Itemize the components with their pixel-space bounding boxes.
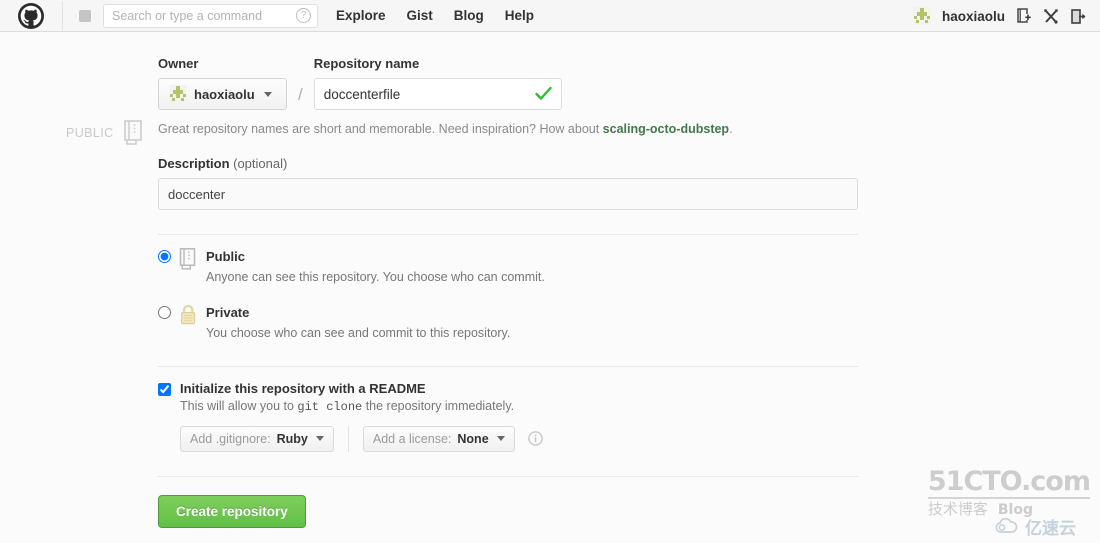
readme-checkbox-row[interactable]: Initialize this repository with a README…: [158, 381, 858, 414]
info-circle-icon[interactable]: [527, 431, 543, 447]
lock-icon: [179, 304, 198, 326]
visibility-options: Public Anyone can see this repository. Y…: [158, 248, 858, 342]
description-label: Description (optional): [158, 156, 858, 171]
nav-help[interactable]: Help: [505, 8, 534, 23]
create-new-repo-icon[interactable]: [1016, 7, 1032, 25]
hint-suffix: .: [729, 122, 733, 136]
public-title: Public: [206, 249, 246, 264]
description-input[interactable]: [158, 178, 858, 210]
initialize-readme-checkbox[interactable]: [158, 382, 171, 396]
owner-label: Owner: [158, 56, 199, 71]
owner-field: Owner haoxiaolu: [158, 56, 287, 110]
new-repo-page: PUBLIC Owner haoxiaolu / Repository name…: [0, 32, 1100, 528]
readme-dropdown-row: Add .gitignore: Ruby Add a license: None: [180, 425, 858, 452]
chevron-down-icon: [496, 436, 505, 442]
repo-name-hint: Great repository names are short and mem…: [158, 122, 858, 136]
github-octocat-icon[interactable]: [18, 2, 44, 29]
gitignore-prefix: Add .gitignore:: [190, 431, 271, 446]
repo-name-field: Repository name: [313, 56, 562, 110]
nav-blog[interactable]: Blog: [454, 8, 484, 23]
readme-desc-code: git clone: [297, 399, 363, 414]
search-container: ?: [103, 3, 318, 28]
visibility-option-public[interactable]: Public Anyone can see this repository. Y…: [158, 248, 858, 285]
sign-out-icon[interactable]: [1070, 8, 1086, 25]
owner-avatar-identicon: [169, 85, 187, 103]
license-value: None: [457, 431, 489, 446]
divider-after-description: [158, 234, 858, 235]
create-repository-button[interactable]: Create repository: [158, 494, 306, 528]
public-option-text: Public Anyone can see this repository. Y…: [206, 248, 545, 285]
hint-suggestion-link[interactable]: scaling-octo-dubstep: [603, 122, 729, 136]
readme-desc-before: This will allow you to: [180, 398, 298, 413]
nav-explore[interactable]: Explore: [336, 8, 386, 23]
gitignore-select-button[interactable]: Add .gitignore: Ruby: [180, 425, 334, 452]
question-circle-icon[interactable]: ?: [296, 7, 311, 23]
visibility-badge-label: PUBLIC: [66, 125, 114, 140]
private-radio[interactable]: [158, 306, 171, 320]
readme-title: Initialize this repository with a README: [180, 380, 426, 396]
dropdown-separator: [347, 425, 349, 452]
top-header: ? Explore Gist Blog Help haoxiaolu: [0, 0, 1100, 32]
hint-prefix: Great repository names are short and mem…: [158, 122, 603, 136]
private-description: You choose who can see and commit to thi…: [206, 325, 511, 340]
gitignore-value: Ruby: [276, 431, 308, 446]
nav-gist[interactable]: Gist: [407, 8, 433, 23]
private-title: Private: [206, 305, 250, 321]
public-description: Anyone can see this repository. You choo…: [206, 269, 545, 284]
repo-book-icon: [179, 248, 198, 270]
create-repo-form: Owner haoxiaolu / Repository name doccen…: [158, 56, 858, 528]
repo-name-input-wrap: [313, 78, 562, 110]
header-divider-1: [62, 0, 63, 31]
submit-section: Create repository: [158, 494, 858, 528]
user-avatar-identicon: [912, 7, 931, 25]
divider-before-submit: [158, 475, 858, 477]
divider-after-visibility: [158, 365, 858, 367]
public-radio[interactable]: [158, 250, 171, 263]
green-check-icon: [535, 85, 552, 102]
username-label[interactable]: haoxiaolu: [942, 9, 1005, 24]
license-prefix: Add a license:: [372, 431, 452, 446]
owner-and-name-row: Owner haoxiaolu / Repository name doccen…: [158, 56, 858, 110]
readme-text-block: Initialize this repository with a README…: [180, 381, 514, 414]
readme-desc-after: the repository immediately.: [362, 398, 515, 413]
owner-value: haoxiaolu: [194, 86, 255, 102]
readme-section: Initialize this repository with a README…: [158, 381, 858, 452]
description-label-text: Description: [158, 156, 230, 171]
search-input[interactable]: [103, 3, 318, 28]
description-optional-text: (optional): [229, 156, 288, 171]
header-right-actions: haoxiaolu: [912, 0, 1086, 32]
owner-select-button[interactable]: haoxiaolu: [158, 78, 287, 110]
repo-name-label: Repository name: [313, 56, 420, 71]
license-select-button[interactable]: Add a license: None: [362, 425, 515, 452]
chevron-down-icon: [315, 436, 324, 442]
owner-name-separator: /: [298, 85, 303, 104]
header-nav: Explore Gist Blog Help: [336, 8, 534, 23]
repo-book-icon: [123, 120, 144, 145]
dashboard-icon[interactable]: [79, 9, 91, 22]
repo-name-input[interactable]: [313, 78, 562, 110]
account-tools-icon[interactable]: [1043, 8, 1059, 25]
private-option-text: Private You choose who can see and commi…: [206, 304, 510, 341]
visibility-option-private[interactable]: Private You choose who can see and commi…: [158, 304, 858, 341]
readme-description: This will allow you to git clone the rep…: [180, 399, 514, 414]
chevron-down-icon: [263, 91, 272, 97]
visibility-badge: PUBLIC: [66, 120, 144, 145]
